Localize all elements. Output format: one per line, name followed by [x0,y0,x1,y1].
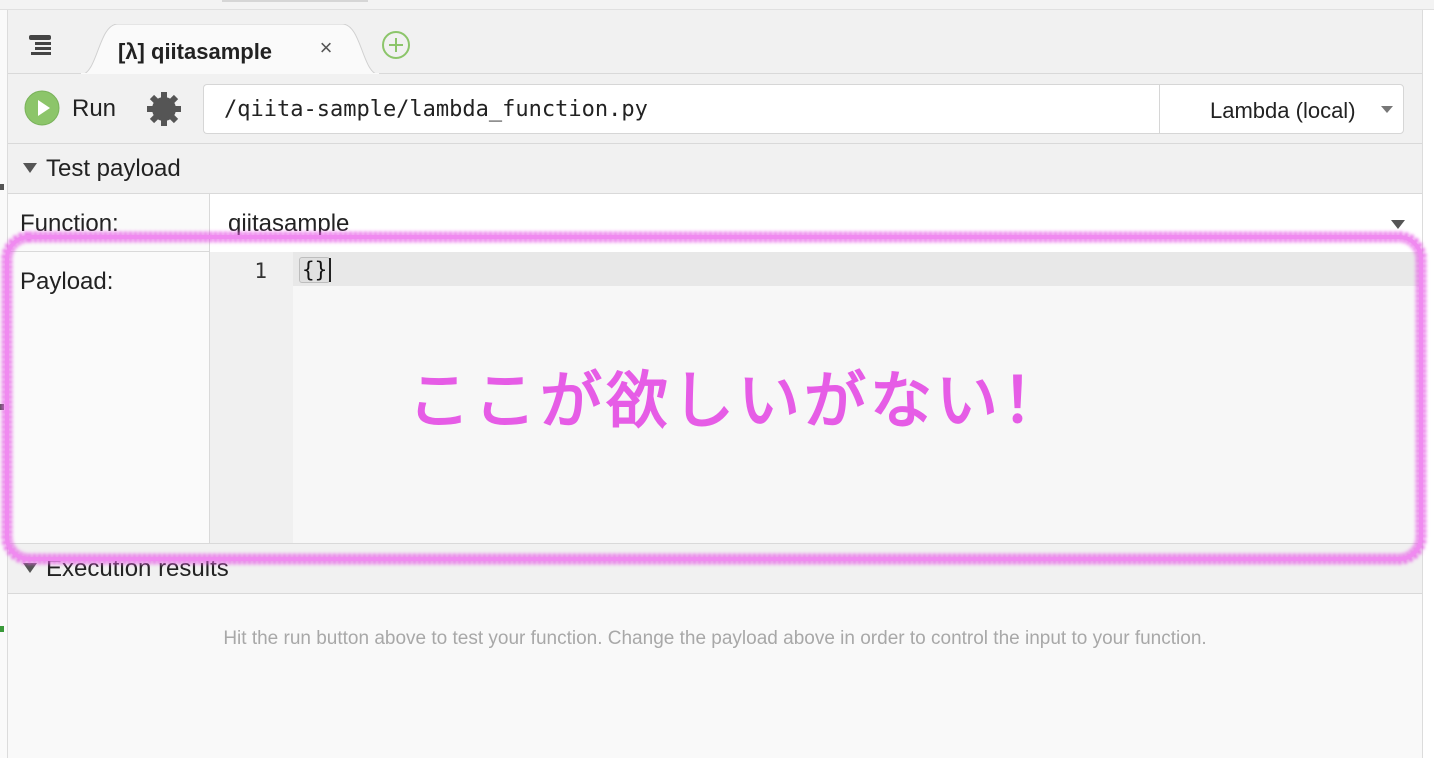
file-path-input[interactable] [203,84,1159,134]
run-label: Run [72,95,117,122]
left-edge-mark [0,184,4,190]
execution-results-panel: Hit the run button above to test your fu… [8,594,1422,758]
window-top-strip [0,0,1434,10]
tab-qiitasample[interactable]: [λ] qiitasample × [80,24,380,75]
list-menu-icon[interactable] [26,32,56,58]
section-title: Execution results [46,555,229,582]
collapse-triangle-icon [23,163,37,173]
right-scrollbar[interactable] [1422,10,1434,758]
function-row: Function: qiitasample [8,194,1422,252]
runtime-selected-value: Lambda (local) [1210,98,1356,123]
editor-gutter: 1 [209,252,293,543]
chevron-down-icon [1381,106,1393,113]
test-payload-header[interactable]: Test payload [8,144,1422,194]
left-edge-mark [0,626,4,632]
tab-bar: [λ] qiitasample × [8,10,1422,75]
function-select[interactable]: qiitasample [209,194,1422,252]
close-icon[interactable]: × [316,37,336,59]
left-panel-edge [0,10,8,758]
top-strip-divider [222,0,368,2]
execution-hint: Hit the run button above to test your fu… [223,628,1207,649]
collapse-triangle-icon [23,563,37,573]
play-icon [24,90,60,126]
gear-icon[interactable] [144,89,184,129]
left-edge-mark [0,404,4,410]
line-number: 1 [254,259,267,283]
runtime-select[interactable]: Lambda (local) [1159,84,1404,134]
section-title: Test payload [46,155,181,182]
payload-label: Payload: [20,268,114,295]
function-label: Function: [20,210,119,237]
code-line: {} [299,257,331,283]
plus-circle-icon[interactable] [381,30,411,60]
chevron-down-icon [1391,220,1405,229]
run-button[interactable]: Run [22,88,134,128]
text-cursor [329,258,331,282]
tab-title: [λ] qiitasample [118,39,273,64]
annotation-text: ここが欲しいがない！ [408,364,1069,437]
function-selected-value: qiitasample [228,210,350,237]
execution-results-header[interactable]: Execution results [8,544,1422,594]
active-line-highlight [293,252,1422,286]
toolbar: Run Lambda (local) [8,74,1422,144]
